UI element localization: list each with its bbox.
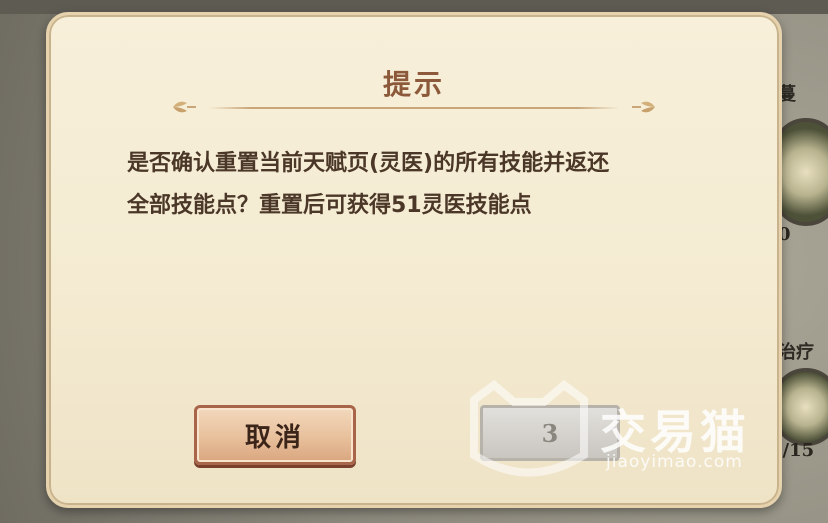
side-label-mid: 治疗	[778, 342, 814, 363]
cancel-button-label: 取消	[244, 422, 305, 453]
dialog-message: 是否确认重置当前天赋页(灵医)的所有技能并返还 全部技能点？重置后可获得51灵医…	[127, 143, 707, 227]
leaf-ornament-left-icon	[173, 101, 196, 113]
title-divider	[209, 107, 619, 109]
watermark-url: jiaoyimao.com	[606, 452, 743, 472]
leaf-ornament-right-icon	[632, 101, 655, 113]
cancel-button[interactable]: 取消	[194, 405, 356, 465]
message-line-2: 全部技能点？重置后可获得51灵医技能点	[127, 193, 532, 218]
dialog-title: 提示	[382, 68, 445, 101]
message-line-1: 是否确认重置当前天赋页(灵医)的所有技能并返还	[127, 151, 610, 176]
